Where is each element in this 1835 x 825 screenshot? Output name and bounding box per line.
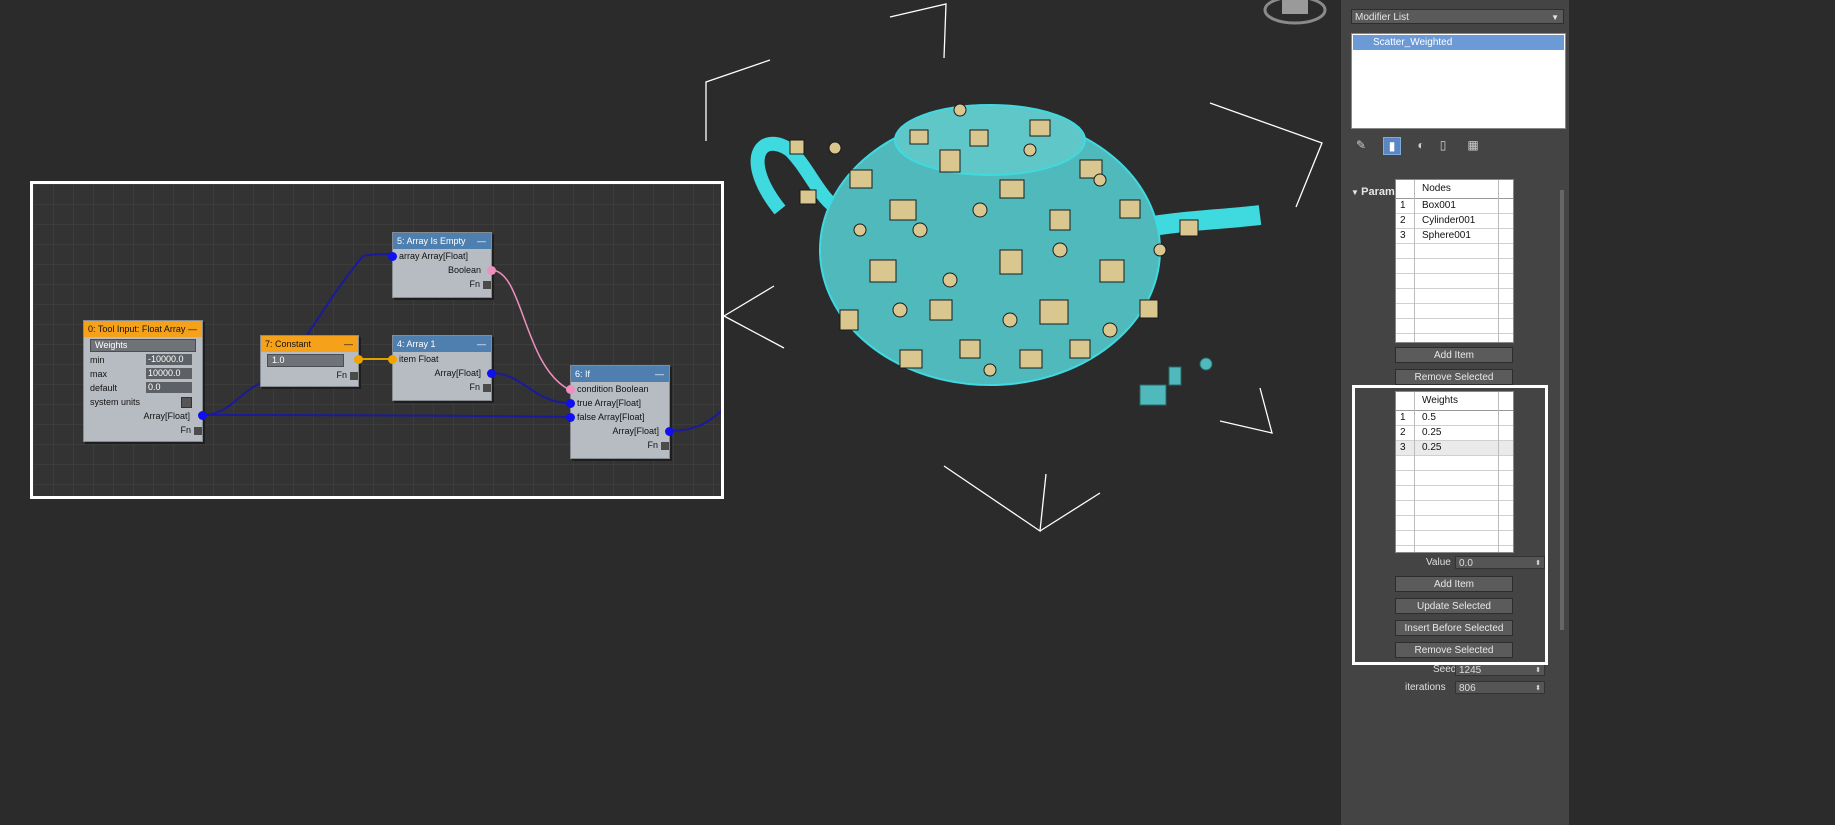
modifier-stack[interactable]: Scatter_Weighted — [1351, 33, 1566, 129]
iterations-spinner[interactable]: 806 ⬍ — [1455, 681, 1545, 694]
fn-label: Fn — [469, 382, 480, 392]
remove-modifier-icon[interactable]: ▯ — [1435, 137, 1451, 153]
condition-label: condition Boolean — [577, 384, 649, 394]
fn-port[interactable] — [661, 441, 669, 450]
nodes-add-item-button[interactable]: Add Item — [1395, 347, 1513, 363]
condition-port[interactable] — [566, 385, 575, 394]
panel-scrollbar[interactable] — [1560, 190, 1564, 630]
name-field[interactable]: Weights — [90, 339, 196, 352]
pin-icon[interactable]: ✎ — [1353, 137, 1369, 153]
output-port[interactable] — [354, 355, 363, 364]
seed-value: 1245 — [1459, 665, 1482, 676]
fn-label: Fn — [336, 370, 347, 380]
output-port[interactable] — [665, 427, 674, 436]
seed-label: Seed — [1433, 664, 1457, 675]
modifier-list-dropdown[interactable]: Modifier List ▼ — [1351, 9, 1564, 24]
chevron-down-icon: ▼ — [1551, 13, 1559, 22]
output-port[interactable] — [198, 411, 207, 420]
iterations-value: 806 — [1459, 683, 1476, 694]
minimize-icon[interactable]: — — [188, 321, 197, 337]
node-array-1[interactable]: 4: Array 1 — item Float Array[Float] Fn — [388, 335, 496, 401]
show-end-result-icon[interactable]: ▮ — [1383, 137, 1401, 155]
false-port[interactable] — [566, 413, 575, 422]
input-port[interactable] — [388, 252, 397, 261]
constant-value-field[interactable]: 1.0 — [267, 354, 344, 367]
list-header-label: Nodes — [1422, 183, 1451, 194]
make-unique-icon[interactable]: ◐ — [1413, 137, 1429, 153]
fn-port[interactable] — [194, 426, 202, 435]
node-tool-input-float-array[interactable]: 0: Tool Input: Float Array — Weights min -… — [83, 320, 207, 442]
output-port[interactable] — [487, 266, 496, 275]
max-label: max — [90, 369, 108, 379]
false-label: false Array[Float] — [577, 412, 645, 422]
modifier-list-label: Modifier List — [1355, 12, 1409, 23]
output-label: Array[Float] — [143, 411, 190, 421]
stack-item-scatter-weighted[interactable]: Scatter_Weighted — [1353, 35, 1564, 50]
fn-label: Fn — [647, 440, 658, 450]
default-label: default — [90, 383, 118, 393]
max-spinner[interactable]: 10000.0 — [146, 368, 192, 379]
output-label: Boolean — [447, 265, 481, 275]
configure-modifier-sets-icon[interactable]: ▦ — [1465, 137, 1481, 153]
node-header[interactable]: 7: Constant — — [261, 336, 358, 352]
min-label: min — [90, 355, 105, 365]
true-label: true Array[Float] — [577, 398, 642, 408]
node-title: 7: Constant — [265, 339, 312, 349]
fn-label: Fn — [180, 425, 191, 435]
viewport-scene[interactable] — [700, 0, 1340, 560]
minimize-icon[interactable]: — — [344, 336, 353, 352]
highlight-frame — [1352, 385, 1548, 665]
output-label: Array[Float] — [612, 426, 659, 436]
output-label: Array[Float] — [434, 368, 481, 378]
minimize-icon[interactable]: — — [477, 233, 486, 249]
iterations-label: iterations — [1405, 682, 1446, 693]
spinner-arrows-icon[interactable]: ⬍ — [1535, 664, 1541, 677]
default-spinner[interactable]: 0.0 — [146, 382, 192, 393]
input-label: array Array[Float] — [399, 251, 469, 261]
node-title: 4: Array 1 — [397, 339, 436, 349]
viewport[interactable]: 0: Tool Input: Float Array — Weights min -… — [0, 0, 1568, 825]
node-header[interactable]: 5: Array Is Empty — — [393, 233, 491, 249]
system-units-checkbox[interactable] — [181, 397, 192, 408]
fn-port[interactable] — [483, 280, 491, 289]
minimize-icon[interactable]: — — [477, 336, 486, 352]
input-port[interactable] — [388, 355, 397, 364]
node-title: 0: Tool Input: Float Array — [88, 324, 186, 334]
spinner-arrows-icon[interactable]: ⬍ — [1535, 682, 1541, 695]
nodes-list[interactable]: Nodes 1 Box001 2 Cylinder001 3 Sphere001 — [1395, 179, 1514, 343]
node-header[interactable]: 6: If — — [571, 366, 669, 382]
node-title: 5: Array Is Empty — [397, 236, 466, 246]
fn-port[interactable] — [483, 383, 491, 392]
input-label: item Float — [399, 354, 439, 364]
output-port[interactable] — [487, 369, 496, 378]
node-array-is-empty[interactable]: 5: Array Is Empty — array Array[Float] Bo… — [388, 232, 496, 298]
node-title: 6: If — [575, 369, 591, 379]
system-units-label: system units — [90, 397, 141, 407]
node-constant[interactable]: 7: Constant — 1.0 Fn — [260, 335, 363, 387]
node-header[interactable]: 0: Tool Input: Float Array — — [84, 321, 202, 337]
nodes-remove-selected-button[interactable]: Remove Selected — [1395, 369, 1513, 385]
minimize-icon[interactable]: — — [655, 366, 664, 382]
node-if[interactable]: 6: If — condition Boolean true Array[Floa… — [566, 365, 674, 459]
min-spinner[interactable]: -10000.0 — [146, 354, 192, 365]
loose-objects — [1139, 357, 1213, 406]
fn-label: Fn — [469, 279, 480, 289]
true-port[interactable] — [566, 399, 575, 408]
node-editor[interactable]: 0: Tool Input: Float Array — Weights min -… — [30, 181, 724, 499]
node-header[interactable]: 4: Array 1 — — [393, 336, 491, 352]
fn-port[interactable] — [350, 371, 358, 380]
collapse-icon: ▼ — [1351, 188, 1362, 197]
